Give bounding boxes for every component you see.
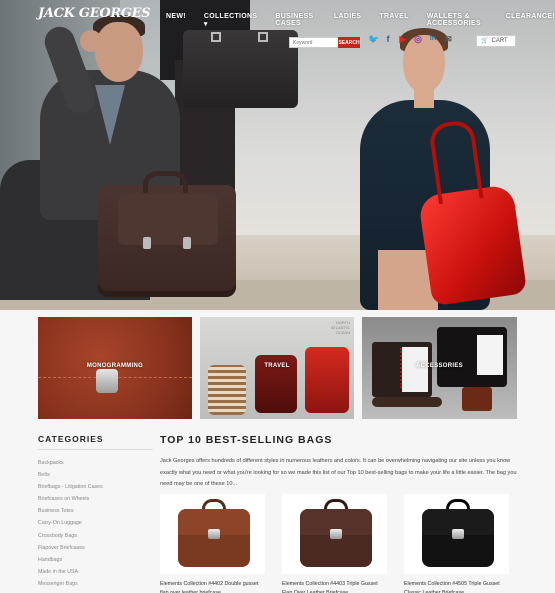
email-icon[interactable]: ✉ [443,34,453,44]
nav-item-ladies[interactable]: LADIES [334,13,361,28]
sidebar-item-flapover-briefcases[interactable]: Flapover Briefcases [38,542,153,554]
nav-item-clearance[interactable]: CLEARANCE! [506,13,555,28]
product-list: Elements Collection #4402 Double gusset … [160,494,520,593]
hero-model-man-head [95,22,143,82]
twitter-icon[interactable]: 🐦 [368,34,379,44]
sidebar-item-carry-on-luggage[interactable]: Carry-On Luggage [38,517,153,529]
clasp-icon [452,529,464,539]
sidebar-item-messenger-bags[interactable]: Messenger Bags [38,578,153,590]
product-name[interactable]: Elements Collection #4505 Triple Gusset … [404,580,509,593]
nav-item-new[interactable]: NEW! [166,13,186,28]
linkedin-icon[interactable]: in [428,34,438,44]
product-card[interactable]: Elements Collection #4403 Triple Gusset … [282,494,387,593]
hero-model-man-hand [80,30,102,52]
leather-belt [372,397,442,407]
facebook-icon[interactable]: f [383,34,393,44]
tile-accessories[interactable]: ACCESSORIES [362,317,517,419]
page-title: TOP 10 BEST-SELLING BAGS [160,434,333,446]
tile-travel[interactable]: NORTH ATLANTIC OCEAN TRAVEL [200,317,354,419]
clasp-icon [143,237,151,249]
intro-paragraph: Jack Georges offers hundreds of differen… [160,458,517,487]
clasp-icon [183,237,191,249]
open-padfolio [437,327,507,387]
hero-banner [0,0,555,310]
nav-item-collections[interactable]: COLLECTIONS ▾ [204,13,257,28]
nav-item-travel[interactable]: TRAVEL [379,13,408,28]
nav-item-business-cases[interactable]: BUSINESS CASES [275,13,316,28]
search-button[interactable]: SEARCH [338,37,360,48]
briefcase-image [300,499,372,567]
bag-flap [118,195,218,245]
buckle-icon [211,32,221,42]
nav-item-wallets-accessories[interactable]: WALLETS & ACCESSORIES [427,13,488,28]
sidebar-title: CATEGORIES [38,434,153,450]
clasp-icon [208,529,220,539]
brand-logo[interactable]: JACK GEORGES [38,6,151,21]
planner-page [402,347,428,392]
sidebar-item-handbags[interactable]: Handbags [38,554,153,566]
sidebar-item-business-totes[interactable]: Business Totes [38,505,153,517]
red-roller-case [305,347,349,413]
tile-label: ACCESSORIES [416,363,463,369]
main-content: TOP 10 BEST-SELLING BAGS Jack Georges of… [160,434,520,593]
briefcase-image [178,499,250,567]
buckle-icon [258,32,268,42]
search-input[interactable] [290,38,338,47]
sidebar-item-crossbody-bags[interactable]: Crossbody Bags [38,530,153,542]
sidebar-item-briefcases-on-wheels[interactable]: Briefcases on Wheels [38,493,153,505]
instagram-icon[interactable]: ◎ [413,34,423,44]
product-image[interactable] [160,494,265,574]
product-name[interactable]: Elements Collection #4403 Triple Gusset … [282,580,387,593]
tile-monogramming[interactable]: MONOGRAMMING [38,317,192,419]
bag-handle [143,171,188,193]
clasp-icon [96,369,118,393]
hero-dark-briefcase [183,30,298,108]
plaid-backpack [208,365,246,415]
sidebar-item-briefbags[interactable]: Briefbags - Litigation Cases [38,481,153,493]
product-card[interactable]: Elements Collection #4402 Double gusset … [160,494,265,593]
product-image[interactable] [404,494,509,574]
hero-red-handbag [417,118,528,307]
tile-label: MONOGRAMMING [86,363,144,369]
youtube-icon[interactable]: ▶ [398,34,408,44]
padfolio-notepad [477,335,503,375]
product-name[interactable]: Elements Collection #4402 Double gusset … [160,580,265,593]
map-text: NORTH ATLANTIC OCEAN [330,320,350,335]
social-links: 🐦 f ▶ ◎ in ✉ [368,34,453,44]
cart-button[interactable]: 🛒 CART [476,35,516,47]
sidebar-item-backpacks[interactable]: Backpacks [38,457,153,469]
categories-sidebar: CATEGORIES Backpacks Belts Briefbags - L… [38,434,153,590]
product-image[interactable] [282,494,387,574]
sidebar-item-made-in-usa[interactable]: Made in the USA [38,566,153,578]
leather-wallet [462,387,492,411]
product-card[interactable]: Elements Collection #4505 Triple Gusset … [404,494,509,593]
hero-brown-briefcase [98,171,236,297]
sidebar-item-belts[interactable]: Belts [38,469,153,481]
cart-label: CART [491,38,508,44]
open-planner [372,342,432,397]
briefcase-image [422,499,494,567]
search-box: SEARCH [289,37,361,48]
category-tiles: MONOGRAMMING NORTH ATLANTIC OCEAN TRAVEL… [38,317,517,419]
main-nav: NEW! COLLECTIONS ▾ BUSINESS CASES LADIES… [166,13,555,28]
clasp-icon [330,529,342,539]
tile-label: TRAVEL [264,363,290,369]
cart-icon: 🛒 [481,38,489,44]
